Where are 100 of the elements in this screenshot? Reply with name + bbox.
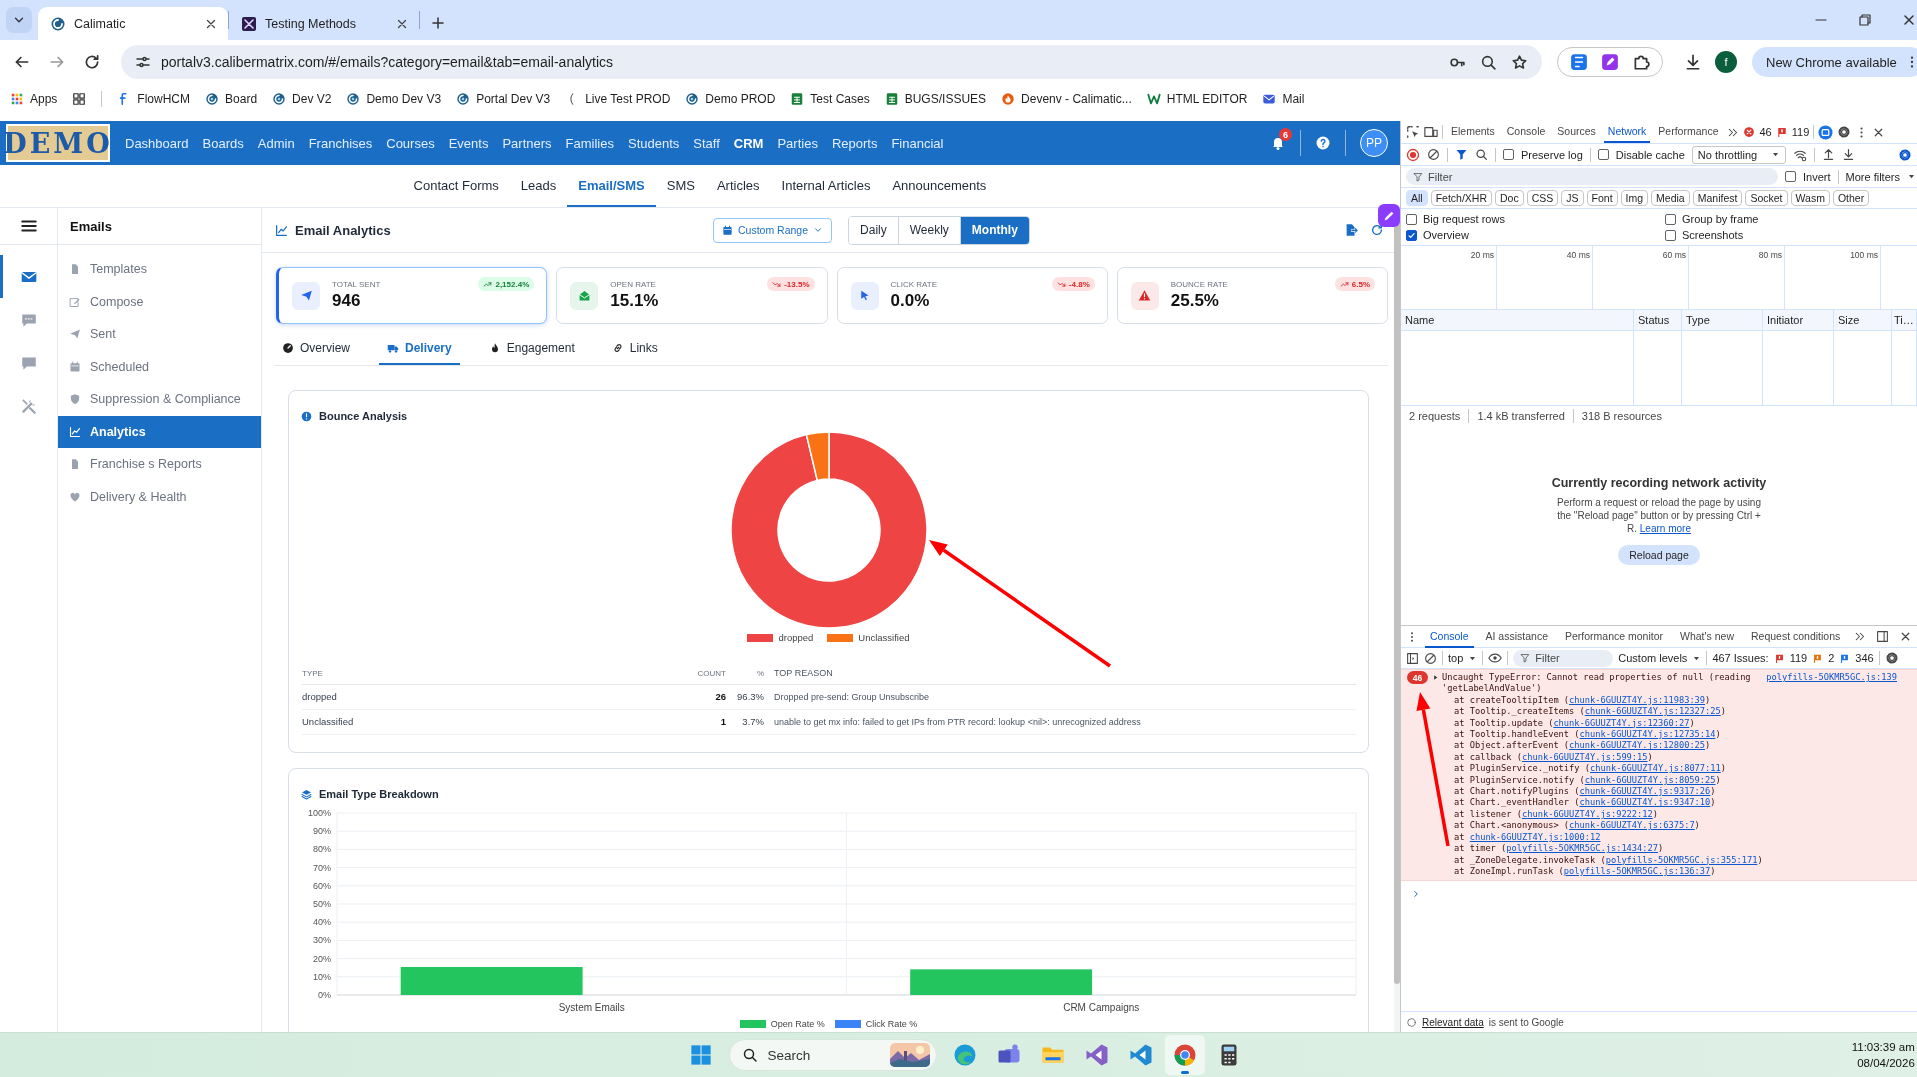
nav-item[interactable]: Events: [441, 121, 496, 165]
filter-field[interactable]: Filter: [1406, 168, 1778, 185]
bookmark[interactable]: Test Cases: [790, 92, 870, 106]
bookmark[interactable]: Board: [205, 92, 258, 106]
subnav-tab[interactable]: Internal Articles: [770, 165, 882, 207]
nav-item[interactable]: Courses: [379, 121, 442, 165]
stat-card[interactable]: OPEN RATE 15.1% -13.5%: [556, 267, 828, 324]
nav-item[interactable]: Financial: [884, 121, 951, 165]
browser-tab[interactable]: Calimatic: [38, 7, 228, 40]
legend-item[interactable]: Open Rate %: [739, 1019, 825, 1029]
source-link[interactable]: chunk-6GUUZT4Y.js:12800:25: [1569, 740, 1706, 751]
stat-card[interactable]: CLICK RATE 0.0% -4.8%: [836, 267, 1108, 324]
source-link[interactable]: chunk-6GUUZT4Y.js:1000:12: [1469, 831, 1601, 842]
bookmark[interactable]: Live Test PROD: [565, 92, 671, 106]
error-count[interactable]: 46: [1759, 126, 1772, 138]
source-link[interactable]: chunk-6GUUZT4Y.js:8059:25: [1584, 774, 1716, 785]
drawer-tab[interactable]: AI assistance: [1480, 625, 1553, 648]
checkbox-label[interactable]: Big request rows: [1423, 213, 1505, 225]
nav-item[interactable]: Dashboard: [118, 121, 196, 165]
sidebar-item[interactable]: Scheduled: [58, 350, 261, 383]
nav-item[interactable]: Partners: [495, 121, 559, 165]
update-button[interactable]: New Chrome available: [1752, 47, 1917, 77]
source-link[interactable]: polyfills-5OKMR5GC.js:139: [1766, 672, 1897, 684]
checkbox-label[interactable]: Overview: [1423, 229, 1469, 241]
devtools-tab[interactable]: Sources: [1553, 121, 1600, 143]
source-link[interactable]: chunk-6GUUZT4Y.js:599:15: [1522, 751, 1648, 762]
stat-card[interactable]: BOUNCE RATE 25.5% 6.5%: [1116, 267, 1388, 324]
browser-tab[interactable]: Testing Methods: [229, 7, 419, 40]
more-filters-button[interactable]: More filters: [1845, 170, 1900, 183]
content-tab[interactable]: Overview: [274, 333, 358, 365]
sidebar-item[interactable]: Compose: [58, 285, 261, 318]
filter-chip[interactable]: Img: [1620, 190, 1649, 206]
taskbar-search[interactable]: Search: [729, 1039, 938, 1071]
source-link[interactable]: chunk-6GUUZT4Y.js:9222:12: [1522, 808, 1653, 819]
profile-avatar[interactable]: f: [1715, 51, 1737, 73]
filter-chip[interactable]: Doc: [1495, 190, 1524, 206]
nav-item[interactable]: Reports: [824, 121, 885, 165]
bookmark[interactable]: Demo Dev V3: [346, 92, 442, 106]
content-tab[interactable]: Delivery: [379, 333, 460, 365]
bookmark[interactable]: Mail: [1262, 92, 1305, 106]
filter-field[interactable]: Filter: [1513, 649, 1614, 667]
source-link[interactable]: chunk-6GUUZT4Y.js:12360:27: [1553, 717, 1690, 728]
address-bar[interactable]: portalv3.calibermatrix.com/#/emails?category=email&tab=email-analytics: [121, 45, 1542, 79]
source-link[interactable]: polyfills-5OKMR5GC.js:1434:27: [1506, 843, 1658, 854]
levels-select[interactable]: Custom levels: [1618, 652, 1688, 664]
legend-item[interactable]: Click Rate %: [834, 1019, 918, 1029]
reload-page-button[interactable]: Reload page: [1618, 545, 1700, 565]
drawer-tab[interactable]: What's new: [1675, 625, 1739, 648]
date-range-button[interactable]: Custom Range: [713, 217, 833, 243]
nav-item[interactable]: Staff: [686, 121, 727, 165]
bookmark[interactable]: Devenv - Calimatic...: [1001, 92, 1132, 106]
url-text[interactable]: portalv3.calibermatrix.com/#/emails?category=email&tab=email-analytics: [161, 54, 1439, 70]
relevant-data-link[interactable]: Relevant data: [1422, 1016, 1484, 1028]
subnav-tab[interactable]: SMS: [655, 165, 706, 207]
sidebar-item[interactable]: Suppression & Compliance: [58, 383, 261, 416]
filter-chip[interactable]: Manifest: [1692, 190, 1743, 206]
legend-item[interactable]: dropped: [747, 632, 814, 643]
checkbox-label[interactable]: Disable cache: [1615, 148, 1685, 161]
bookmark[interactable]: FlowHCM: [117, 92, 191, 106]
source-link[interactable]: chunk-6GUUZT4Y.js:9317:26: [1579, 786, 1711, 797]
filter-chip[interactable]: Socket: [1745, 190, 1788, 206]
subnav-tab[interactable]: Leads: [509, 165, 568, 207]
warning-count[interactable]: 119: [1791, 126, 1810, 138]
content-tab[interactable]: Engagement: [480, 333, 583, 365]
context-select[interactable]: top: [1448, 652, 1464, 664]
filter-chip[interactable]: All: [1406, 190, 1428, 206]
devtools-tab[interactable]: Performance: [1654, 121, 1723, 143]
issue-count[interactable]: 119: [1789, 652, 1808, 664]
source-link[interactable]: chunk-6GUUZT4Y.js:11983:39: [1569, 694, 1706, 705]
clock-time[interactable]: 11:03:39 am: [1851, 1039, 1915, 1055]
checkbox-label[interactable]: Preserve log: [1521, 148, 1583, 161]
column-header[interactable]: Name: [1405, 314, 1435, 326]
learn-more-link[interactable]: Learn more: [1639, 523, 1691, 534]
bookmark[interactable]: BUGS/ISSUES: [884, 92, 987, 106]
drawer-tab[interactable]: Request conditions: [1746, 625, 1846, 648]
source-link[interactable]: polyfills-5OKMR5GC.js:136:37: [1563, 865, 1711, 876]
nav-item[interactable]: Admin: [250, 121, 302, 165]
bookmark[interactable]: Apps: [10, 92, 58, 106]
sidebar-item[interactable]: Templates: [58, 253, 261, 286]
bookmark[interactable]: Portal Dev V3: [456, 92, 551, 106]
nav-item[interactable]: Families: [558, 121, 621, 165]
sidebar-item[interactable]: Delivery & Health: [58, 480, 261, 513]
sidebar-item[interactable]: Sent: [58, 318, 261, 351]
sidebar-item[interactable]: Franchise s Reports: [58, 448, 261, 481]
devtools-tab[interactable]: Console: [1502, 121, 1550, 143]
source-link[interactable]: polyfills-5OKMR5GC.js:355:171: [1605, 854, 1758, 865]
issue-count[interactable]: 2: [1828, 652, 1835, 664]
nav-item[interactable]: Boards: [195, 121, 251, 165]
bookmark[interactable]: HTML EDITOR: [1146, 92, 1248, 106]
source-link[interactable]: chunk-6GUUZT4Y.js:8077:11: [1590, 763, 1721, 774]
filter-chip[interactable]: Font: [1586, 190, 1618, 206]
checkbox-label[interactable]: Invert: [1803, 170, 1831, 183]
source-link[interactable]: chunk-6GUUZT4Y.js:12327:25: [1584, 706, 1721, 717]
period-button[interactable]: Monthly: [959, 216, 1029, 244]
source-link[interactable]: chunk-6GUUZT4Y.js:9347:10: [1579, 797, 1711, 808]
stat-card[interactable]: TOTAL SENT 946 2,152.4%: [276, 267, 548, 324]
issues-label[interactable]: 467 Issues:: [1712, 652, 1769, 664]
devtools-tab[interactable]: Elements: [1447, 121, 1499, 143]
filter-chip[interactable]: CSS: [1526, 190, 1559, 206]
filter-chip[interactable]: Fetch/XHR: [1430, 190, 1493, 206]
